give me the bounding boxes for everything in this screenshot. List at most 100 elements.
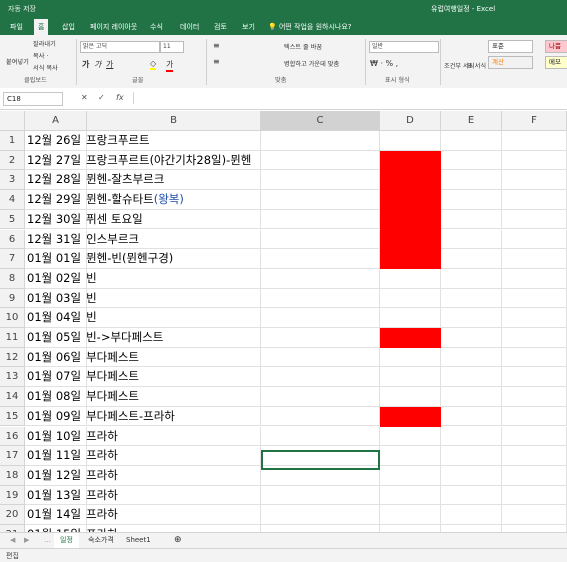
red-fill-cell[interactable]	[380, 249, 441, 270]
grid-cell[interactable]	[502, 505, 567, 525]
red-fill-cell[interactable]	[380, 328, 441, 348]
grid-cell[interactable]	[261, 170, 380, 191]
grid-cell[interactable]	[380, 387, 441, 407]
grid-cell[interactable]	[87, 308, 261, 328]
grid-cell[interactable]	[261, 209, 380, 230]
row-header[interactable]: 14	[0, 387, 25, 407]
grid-cell[interactable]	[261, 485, 380, 506]
row-header[interactable]: 2	[0, 150, 25, 171]
grid-cell[interactable]	[502, 525, 567, 532]
font-name-select[interactable]: 맑은 고딕	[80, 41, 160, 53]
grid-cell[interactable]	[380, 465, 441, 486]
row-header[interactable]: 16	[0, 426, 25, 447]
grid-cell[interactable]	[502, 387, 567, 407]
grid-cell[interactable]	[502, 268, 567, 289]
grid-cell[interactable]	[380, 505, 441, 525]
grid-cell[interactable]	[261, 150, 380, 171]
grid-cell[interactable]	[502, 190, 567, 210]
grid-cell[interactable]	[502, 406, 567, 427]
name-box[interactable]: C18	[3, 92, 63, 106]
grid-cell[interactable]	[441, 229, 502, 250]
wrap-text-button[interactable]: 텍스트 줄 바꿈	[284, 42, 322, 51]
tab-file[interactable]: 파일	[6, 19, 27, 35]
bold-button[interactable]: 가	[82, 59, 89, 70]
row-header[interactable]: 4	[0, 190, 25, 210]
row-header[interactable]: 3	[0, 170, 25, 191]
font-size-select[interactable]: 11	[160, 41, 184, 53]
tab-page-layout[interactable]: 페이지 레이아웃	[86, 19, 141, 35]
style-bad[interactable]: 나쁨	[545, 40, 567, 53]
column-header[interactable]: F	[502, 111, 567, 131]
row-header[interactable]: 13	[0, 367, 25, 388]
row-header[interactable]: 1	[0, 131, 25, 151]
grid-cell[interactable]	[441, 308, 502, 328]
grid-cell[interactable]	[261, 505, 380, 525]
grid-cell[interactable]	[502, 229, 567, 250]
tab-home[interactable]: 홈	[34, 19, 49, 35]
grid-cell[interactable]	[380, 288, 441, 309]
grid-cell[interactable]	[441, 170, 502, 191]
tab-data[interactable]: 데이터	[176, 19, 203, 35]
grid-cell[interactable]	[441, 131, 502, 151]
autosave-label[interactable]: 자동 저장	[8, 4, 36, 14]
grid-cell[interactable]	[441, 150, 502, 171]
grid-cell[interactable]	[441, 190, 502, 210]
align-top-icon[interactable]: ≡	[213, 41, 220, 50]
grid-cell[interactable]	[502, 288, 567, 309]
scroll-right-icon[interactable]: ▶	[18, 533, 35, 548]
row-header[interactable]: 19	[0, 485, 25, 506]
grid-cell[interactable]	[87, 288, 261, 309]
add-sheet-icon[interactable]: ⊕	[168, 533, 188, 548]
number-format-select[interactable]: 일반	[369, 41, 439, 53]
grid-cell[interactable]	[441, 446, 502, 466]
underline-button[interactable]: 가	[106, 59, 113, 70]
selected-cell-c18[interactable]	[261, 450, 380, 470]
grid-cell[interactable]	[502, 367, 567, 388]
format-table-button[interactable]: 표 서식	[467, 61, 486, 70]
column-header[interactable]: B	[87, 111, 261, 131]
grid-cell[interactable]	[380, 485, 441, 506]
grid-cell[interactable]	[502, 249, 567, 269]
red-fill-cell[interactable]	[380, 190, 441, 211]
grid-cell[interactable]	[261, 131, 380, 151]
grid-cell[interactable]	[261, 347, 380, 368]
grid-cell[interactable]	[380, 308, 441, 328]
function-icon[interactable]: fx	[116, 93, 124, 102]
column-header[interactable]: D	[380, 111, 441, 131]
grid-cell[interactable]	[261, 288, 380, 309]
grid-cell[interactable]	[261, 328, 380, 348]
grid-cell[interactable]	[261, 268, 380, 289]
grid-cell[interactable]	[502, 465, 567, 486]
grid-cell[interactable]	[441, 209, 502, 230]
column-header[interactable]: C	[261, 111, 380, 131]
row-header[interactable]: 15	[0, 406, 25, 427]
grid-cell[interactable]	[380, 446, 441, 466]
tab-insert[interactable]: 삽입	[58, 19, 79, 35]
grid-cell[interactable]	[441, 387, 502, 407]
grid-cell[interactable]	[380, 347, 441, 368]
row-header[interactable]: 21	[0, 525, 25, 532]
grid-cell[interactable]	[87, 268, 261, 289]
row-header[interactable]: 18	[0, 465, 25, 486]
grid-cell[interactable]	[261, 406, 380, 427]
grid-cell[interactable]	[441, 485, 502, 506]
red-fill-cell[interactable]	[380, 170, 441, 191]
cut-button[interactable]: 잘라내기	[33, 39, 56, 48]
grid-cell[interactable]	[502, 209, 567, 230]
enter-icon[interactable]: ✓	[98, 93, 105, 102]
grid-cell[interactable]	[380, 367, 441, 388]
grid-cell[interactable]	[441, 347, 502, 368]
grid-cell[interactable]	[441, 367, 502, 388]
row-header[interactable]: 7	[0, 249, 25, 269]
tab-view[interactable]: 보기	[238, 19, 259, 35]
grid-cell[interactable]	[441, 525, 502, 532]
grid-cell[interactable]	[502, 131, 567, 151]
fill-color-button[interactable]: ◇	[150, 59, 157, 70]
grid-cell[interactable]	[380, 268, 441, 289]
row-header[interactable]: 20	[0, 505, 25, 525]
grid-cell[interactable]	[261, 190, 380, 210]
grid-cell[interactable]	[261, 229, 380, 250]
red-fill-cell[interactable]	[380, 229, 441, 250]
grid-cell[interactable]	[261, 387, 380, 407]
grid-cell[interactable]	[261, 426, 380, 447]
